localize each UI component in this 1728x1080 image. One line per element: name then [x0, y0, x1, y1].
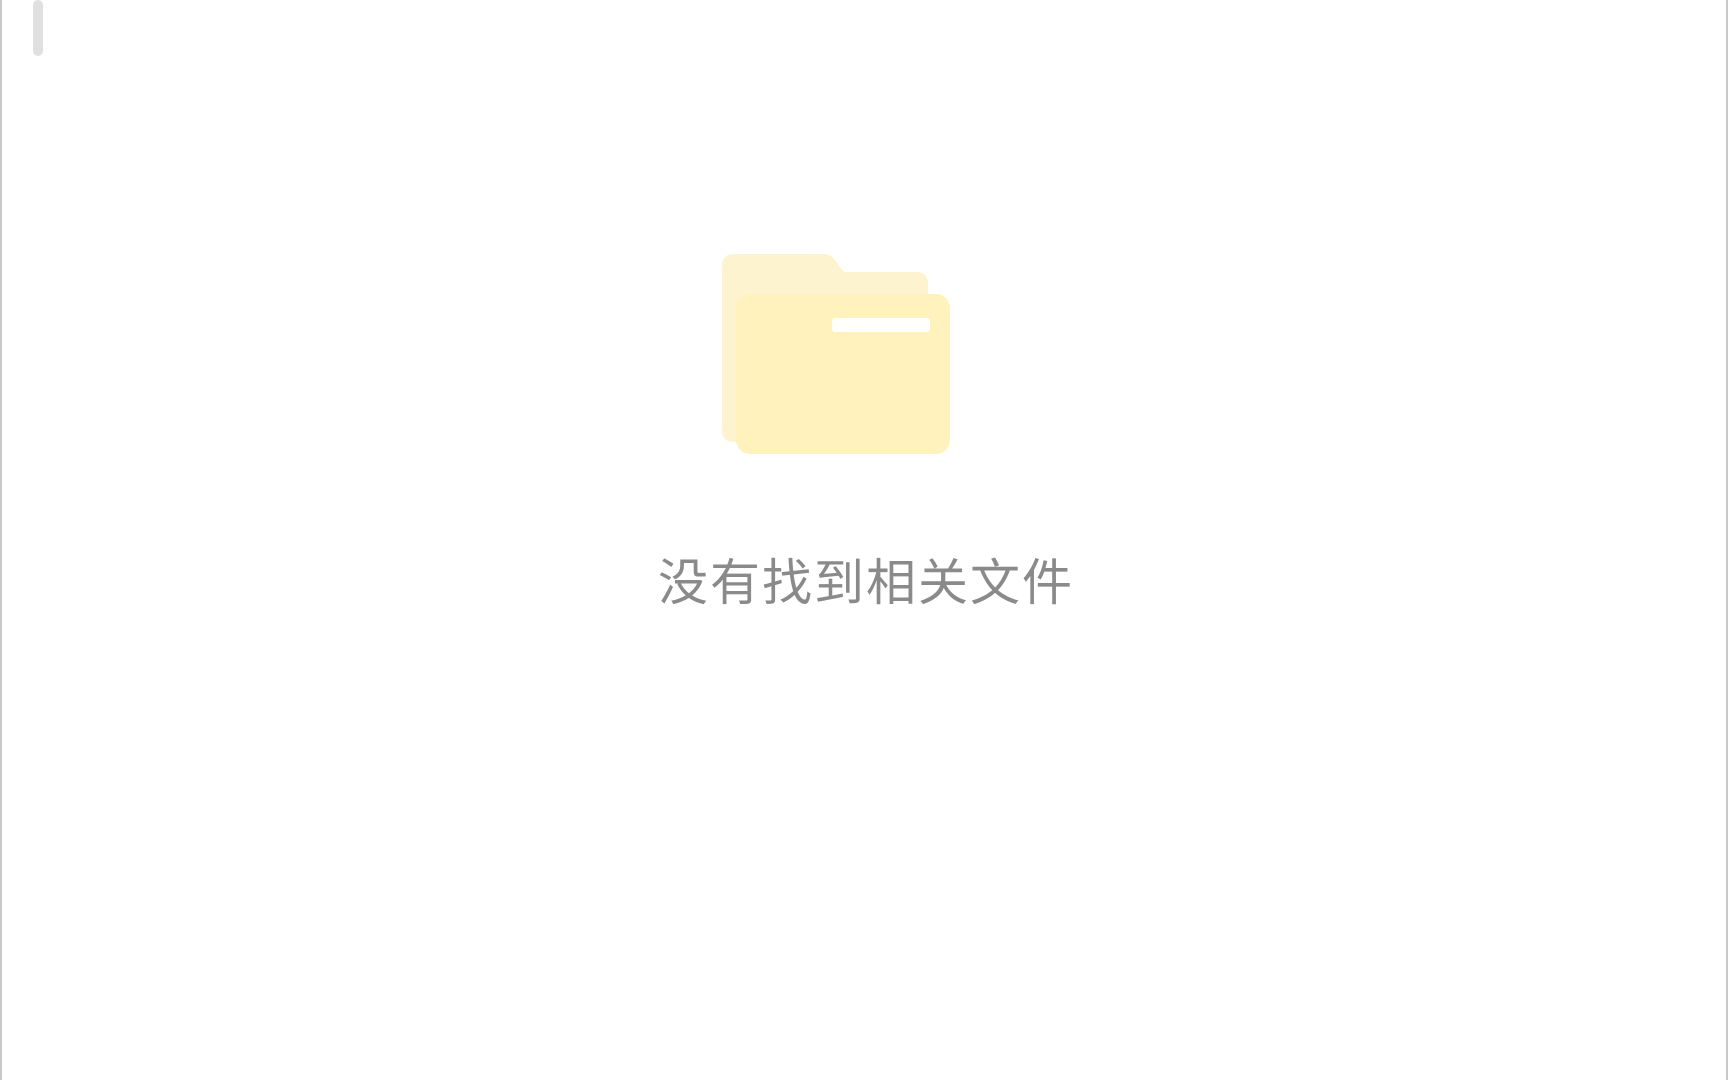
file-browser-window: 没有找到相关文件	[0, 0, 1728, 1080]
folder-icon	[722, 254, 950, 454]
empty-state-message: 没有找到相关文件	[658, 554, 1074, 612]
empty-state: 没有找到相关文件	[2, 0, 1728, 1080]
